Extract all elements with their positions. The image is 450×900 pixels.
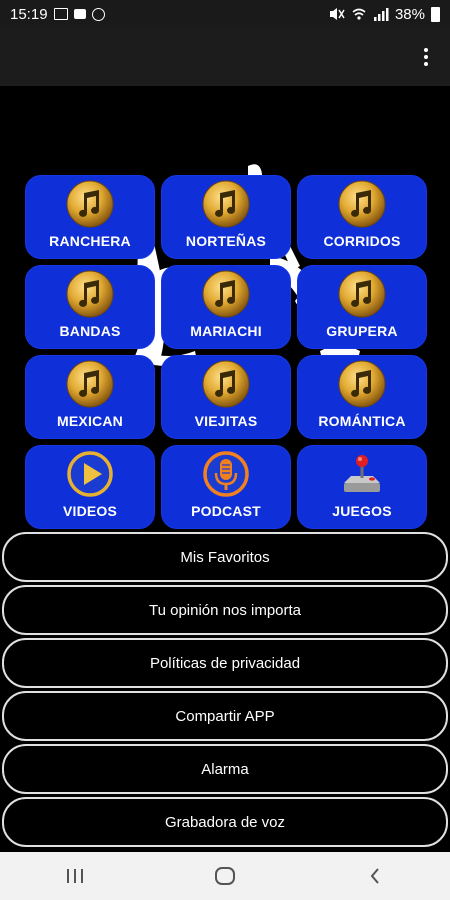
- favorites-label: Mis Favoritos: [180, 548, 270, 566]
- music-note-icon: [338, 270, 386, 318]
- tile-label: ROMÁNTICA: [318, 413, 406, 429]
- microphone-icon: [203, 451, 249, 497]
- app-bar: [0, 28, 450, 86]
- tile-corridos[interactable]: CORRIDOS: [297, 175, 427, 259]
- tile-mariachi[interactable]: MARIACHI: [161, 265, 291, 349]
- tile-label: PODCAST: [191, 503, 261, 519]
- home-button[interactable]: [195, 856, 255, 896]
- battery-icon: [431, 6, 440, 22]
- video-camera-icon: [73, 9, 86, 19]
- category-grid: RANCHERA NORTEÑAS CORRIDOS BANDAS MARIAC…: [25, 175, 427, 529]
- feedback-label: Tu opinión nos importa: [148, 601, 302, 619]
- tile-label: CORRIDOS: [323, 233, 401, 249]
- tile-podcast[interactable]: PODCAST: [161, 445, 291, 529]
- music-note-icon: [202, 360, 250, 408]
- feedback-button[interactable]: Tu opinión nos importa: [2, 585, 448, 635]
- battery-percent: 38%: [394, 5, 425, 23]
- voice-recorder-label: Grabadora de voz: [164, 813, 286, 831]
- status-left: 15:19: [10, 6, 105, 23]
- privacy-policy-button[interactable]: Políticas de privacidad: [2, 638, 448, 688]
- tile-grupera[interactable]: GRUPERA: [297, 265, 427, 349]
- tile-nortenas[interactable]: NORTEÑAS: [161, 175, 291, 259]
- status-right: 38%: [329, 6, 440, 23]
- share-app-button[interactable]: Compartir APP: [2, 691, 448, 741]
- back-icon: [370, 868, 379, 884]
- mute-icon: [329, 8, 345, 20]
- recent-apps-button[interactable]: [45, 856, 105, 896]
- music-note-icon: [338, 360, 386, 408]
- tile-label: BANDAS: [59, 323, 121, 339]
- back-button[interactable]: [345, 856, 405, 896]
- music-note-icon: [202, 180, 250, 228]
- status-bar: 15:19 38%: [0, 0, 450, 28]
- signal-icon: [373, 8, 389, 21]
- overflow-menu-icon[interactable]: [414, 42, 438, 72]
- tile-label: RANCHERA: [49, 233, 131, 249]
- tile-label: MARIACHI: [190, 323, 262, 339]
- system-nav-bar: [0, 852, 450, 900]
- joystick-icon: [344, 455, 380, 492]
- status-time: 15:19: [10, 5, 48, 23]
- alarm-button[interactable]: Alarma: [2, 744, 448, 794]
- music-note-icon: [202, 270, 250, 318]
- privacy-policy-label: Políticas de privacidad: [149, 654, 301, 672]
- favorites-button[interactable]: Mis Favoritos: [2, 532, 448, 582]
- sync-icon: [91, 7, 105, 21]
- tile-ranchera[interactable]: RANCHERA: [25, 175, 155, 259]
- tile-label: VIEJITAS: [194, 413, 258, 429]
- tile-romantica[interactable]: ROMÁNTICA: [297, 355, 427, 439]
- music-note-icon: [66, 180, 114, 228]
- tile-label: NORTEÑAS: [185, 233, 267, 249]
- recent-apps-icon: [67, 869, 83, 883]
- tile-label: MEXICAN: [57, 413, 123, 429]
- gallery-icon: [53, 8, 68, 20]
- tile-label: GRUPERA: [326, 323, 398, 339]
- wifi-icon: [352, 8, 366, 20]
- play-icon: [67, 451, 113, 497]
- home-icon: [215, 867, 235, 885]
- tile-viejitas[interactable]: VIEJITAS: [161, 355, 291, 439]
- tile-juegos[interactable]: JUEGOS: [297, 445, 427, 529]
- tile-videos[interactable]: VIDEOS: [25, 445, 155, 529]
- share-app-label: Compartir APP: [175, 707, 275, 725]
- tile-bandas[interactable]: BANDAS: [25, 265, 155, 349]
- music-note-icon: [338, 180, 386, 228]
- tile-label: JUEGOS: [332, 503, 392, 519]
- voice-recorder-button[interactable]: Grabadora de voz: [2, 797, 448, 847]
- music-note-icon: [66, 270, 114, 318]
- tile-mexican[interactable]: MEXICAN: [25, 355, 155, 439]
- alarm-label: Alarma: [201, 760, 249, 778]
- music-note-icon: [66, 360, 114, 408]
- tile-label: VIDEOS: [62, 503, 118, 519]
